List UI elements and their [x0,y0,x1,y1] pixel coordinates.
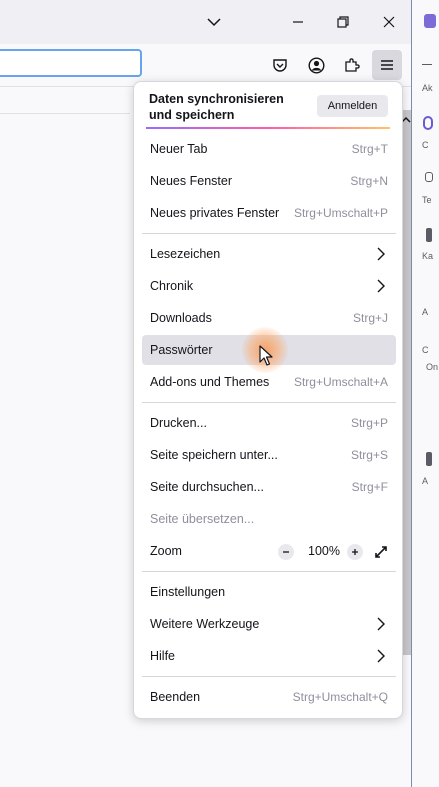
right-sidebar: Ak C Te Ka A C On A [411,0,439,787]
vertical-scrollbar[interactable] [403,110,411,655]
menu-item-label: Neues Fenster [150,174,232,188]
menu-item-label: Lesezeichen [150,247,221,261]
menu-separator [142,676,396,677]
chevron-right-icon [377,279,385,293]
app-menu-panel: Daten synchronisieren und speichern Anme… [133,81,403,719]
minimize-button[interactable] [284,8,312,36]
sidebar-label: C [422,140,429,150]
chevron-right-icon [377,247,385,261]
menu-item-quit[interactable]: Beenden Strg+Umschalt+Q [142,682,396,712]
account-icon[interactable] [301,50,331,80]
menu-item-label: Add-ons und Themes [150,375,270,389]
zoom-value[interactable]: 100% [304,544,344,558]
menu-item-label: Hilfe [150,649,176,663]
menu-item-new-window[interactable]: Neues Fenster Strg+N [142,166,396,196]
menu-item-label: Beenden [150,690,201,704]
tab-list-chevron-icon[interactable] [200,8,228,36]
sidebar-label: Ak [422,83,433,93]
menu-separator [142,571,396,572]
sidebar-label: C [422,345,429,355]
app-menu-hamburger-icon[interactable] [372,50,402,80]
menu-item-shortcut: Strg+F [351,480,388,494]
url-bar[interactable] [0,49,142,77]
mouse-cursor-icon [259,345,273,366]
menu-item-label: Chronik [150,279,194,293]
sidebar-icon-4[interactable] [426,452,432,466]
zoom-in-plus-icon[interactable] [347,544,363,560]
menu-item-label: Einstellungen [150,585,226,599]
menu-item-shortcut: Strg+Umschalt+Q [292,690,388,704]
menu-item-shortcut: Strg+Umschalt+A [293,375,388,389]
title-bar [0,0,411,44]
menu-item-label: Zoom [150,544,182,558]
fullscreen-expand-icon[interactable] [373,544,389,560]
menu-item-label: Drucken... [150,416,207,430]
extensions-puzzle-icon[interactable] [337,50,367,80]
menu-item-label: Neuer Tab [150,142,208,156]
menu-item-find-in-page[interactable]: Seite durchsuchen... Strg+F [142,472,396,502]
menu-item-label: Seite speichern unter... [150,448,278,462]
chevron-right-icon [377,617,385,631]
menu-item-shortcut: Strg+N [350,174,388,188]
zoom-controls: 100% [274,542,390,562]
menu-item-print[interactable]: Drucken... Strg+P [142,408,396,438]
menu-item-label: Neues privates Fenster [150,206,280,220]
sidebar-icon-3[interactable] [426,228,432,242]
menu-item-shortcut: Strg+T [351,142,388,156]
menu-item-shortcut: Strg+J [352,311,388,325]
menu-item-shortcut: Strg+S [350,448,388,462]
menu-item-new-private-window[interactable]: Neues privates Fenster Strg+Umschalt+P [142,198,396,228]
sidebar-icon-2[interactable] [425,172,433,182]
content-divider [0,113,130,114]
menu-item-shortcut: Strg+P [350,416,388,430]
menu-item-label: Seite durchsuchen... [150,480,264,494]
menu-item-shortcut: Strg+Umschalt+P [293,206,388,220]
sign-in-button[interactable]: Anmelden [317,95,388,117]
menu-item-label: Passwörter [150,343,213,357]
chevron-right-icon [377,649,385,663]
restore-button[interactable] [329,8,357,36]
sidebar-label: Ka [422,251,434,261]
pocket-icon[interactable] [265,50,295,80]
sync-heading: Daten synchronisieren und speichern [149,92,284,122]
close-icon[interactable] [375,8,403,36]
menu-item-zoom: Zoom 100% [142,536,396,566]
menu-item-help[interactable]: Hilfe [142,641,396,671]
menu-item-settings[interactable]: Einstellungen [142,577,396,607]
menu-item-label: Downloads [150,311,212,325]
menu-item-bookmarks[interactable]: Lesezeichen [142,239,396,269]
sidebar-active-icon[interactable] [423,116,433,130]
sidebar-label: A [422,307,429,317]
menu-item-more-tools[interactable]: Weitere Werkzeuge [142,609,396,639]
menu-item-label: Seite übersetzen... [150,512,255,526]
sidebar-icon-1 [422,64,432,65]
sidebar-label: Te [422,195,432,205]
menu-separator [142,402,396,403]
sidebar-label: On [426,362,439,372]
menu-item-save-page-as[interactable]: Seite speichern unter... Strg+S [142,440,396,470]
menu-item-history[interactable]: Chronik [142,271,396,301]
menu-item-new-tab[interactable]: Neuer Tab Strg+T [142,134,396,164]
zoom-out-minus-icon[interactable] [278,544,294,560]
menu-item-label: Weitere Werkzeuge [150,617,260,631]
menu-item-translate-page: Seite übersetzen... [142,504,396,534]
sidebar-label: A [422,476,429,486]
sync-gradient-divider [146,127,390,129]
menu-separator [142,233,396,234]
sidebar-app-icon[interactable] [424,14,436,28]
